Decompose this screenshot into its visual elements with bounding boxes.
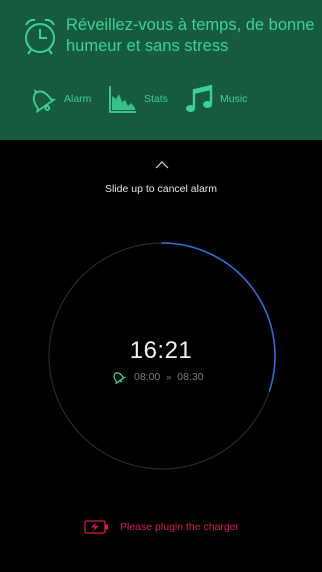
alarm-clock-icon bbox=[25, 18, 55, 55]
feature-music-label: Music bbox=[220, 93, 248, 105]
wake-window: 08:00 » 08:30 bbox=[110, 370, 204, 384]
current-time: 16:21 bbox=[129, 337, 193, 364]
charger-warning: Please plugin the charger bbox=[84, 519, 239, 535]
wake-window-end: 08:30 bbox=[177, 371, 204, 383]
feature-stats-label: Stats bbox=[144, 93, 168, 105]
music-note-icon bbox=[186, 85, 213, 112]
progress-arc bbox=[161, 242, 276, 392]
feature-alarm-label: Alarm bbox=[64, 93, 92, 105]
banner-headline: Réveillez-vous à temps, de bonne humeur … bbox=[66, 16, 315, 55]
promo-banner: Réveillez-vous à temps, de bonne humeur … bbox=[0, 0, 322, 140]
charger-message: Please plugin the charger bbox=[120, 521, 240, 533]
slide-to-cancel-hint: Slide up to cancel alarm bbox=[104, 183, 218, 195]
bell-icon bbox=[32, 89, 57, 114]
feature-stats: Stats bbox=[108, 81, 168, 117]
wake-window-start: 08:00 bbox=[134, 371, 161, 383]
bell-icon bbox=[113, 372, 126, 384]
feature-alarm: Alarm bbox=[24, 81, 91, 117]
battery-charging-icon bbox=[84, 520, 108, 534]
feature-music: Music bbox=[184, 81, 247, 117]
stats-chart-icon bbox=[109, 86, 136, 113]
chevron-up-icon[interactable] bbox=[154, 160, 170, 170]
wake-window-separator: » bbox=[166, 372, 172, 382]
